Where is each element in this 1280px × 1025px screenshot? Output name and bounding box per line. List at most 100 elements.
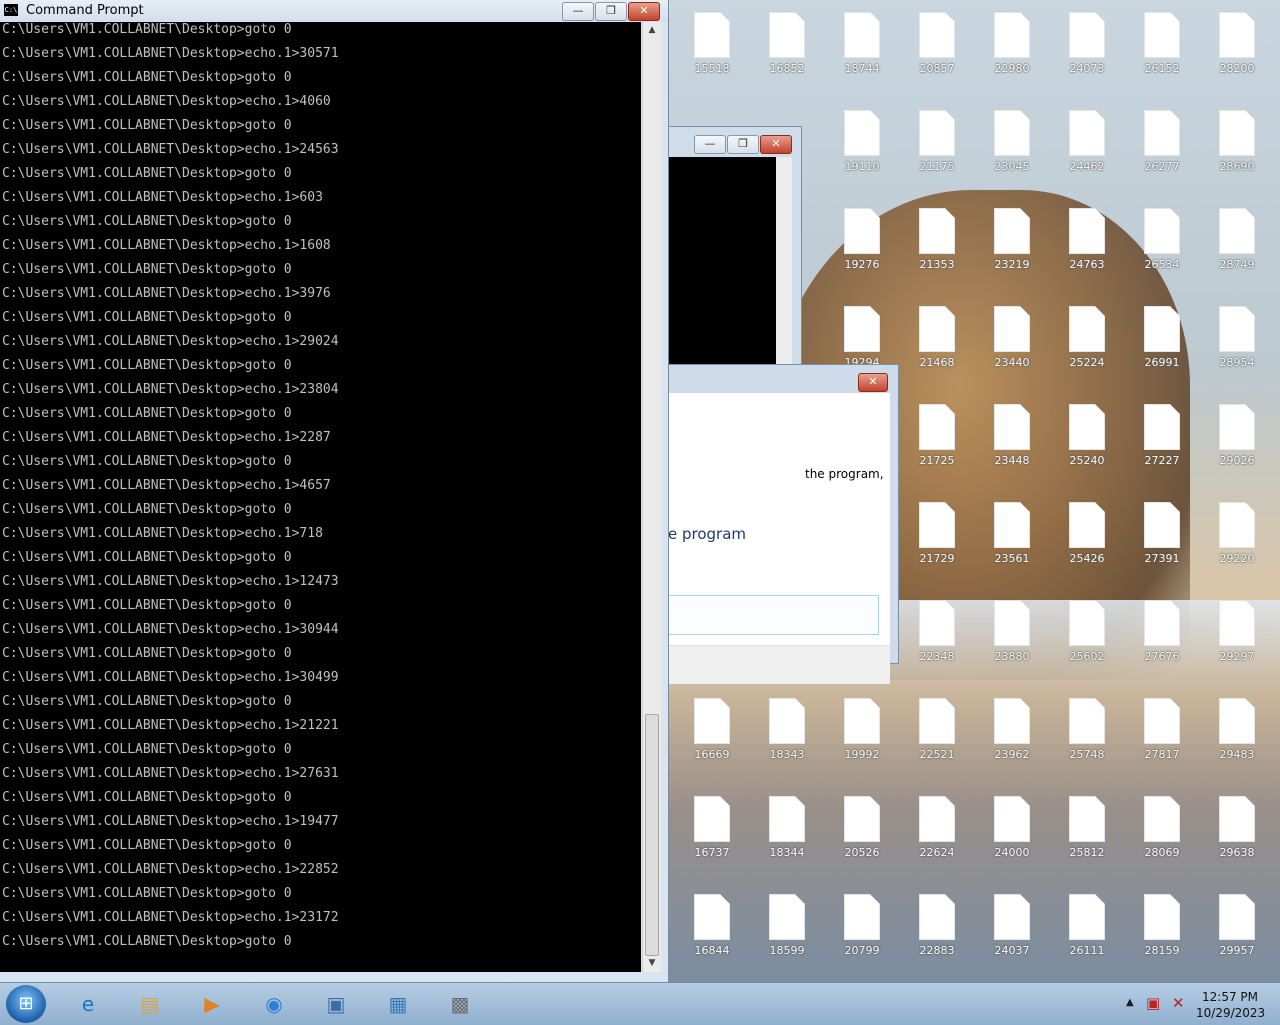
desktop-file-icon[interactable]: 19110	[830, 100, 894, 196]
desktop-file-icon[interactable]: 23962	[980, 688, 1044, 784]
desktop-file-icon[interactable]: 20799	[830, 884, 894, 980]
desktop-file-icon[interactable]: 28200	[1205, 2, 1269, 98]
desktop-file-icon[interactable]: 18343	[755, 688, 819, 784]
desktop-file-icon[interactable]: 22883	[905, 884, 969, 980]
document-icon	[1144, 110, 1180, 156]
desktop-file-icon[interactable]: 27391	[1130, 492, 1194, 588]
dialog-close-button[interactable]: ✕	[858, 373, 888, 392]
desktop-file-icon[interactable]: 19276	[830, 198, 894, 294]
desktop-file-icon[interactable]: 27676	[1130, 590, 1194, 686]
console-line: C:\Users\VM1.COLLABNET\Desktop>echo.1>22…	[2, 430, 331, 445]
desktop-file-icon[interactable]: 21468	[905, 296, 969, 392]
desktop-file-icon[interactable]: 27227	[1130, 394, 1194, 490]
desktop-file-icon[interactable]: 21175	[905, 100, 969, 196]
clock[interactable]: 12:57 PM 10/29/2023	[1196, 989, 1265, 1021]
close-button[interactable]: ✕	[760, 135, 792, 154]
firewall-app-icon[interactable]: ▩	[438, 987, 482, 1021]
desktop-file-icon[interactable]: 23880	[980, 590, 1044, 686]
desktop-file-icon[interactable]: 21729	[905, 492, 969, 588]
close-button[interactable]: ✕	[628, 2, 660, 21]
desktop-file-icon[interactable]: 28069	[1130, 786, 1194, 882]
desktop-file-icon[interactable]: 16737	[680, 786, 744, 882]
desktop-file-icon[interactable]: 26534	[1130, 198, 1194, 294]
desktop-file-icon[interactable]: 16852	[755, 2, 819, 98]
desktop-file-icon[interactable]: 29026	[1205, 394, 1269, 490]
desktop-file-icon[interactable]: 27817	[1130, 688, 1194, 784]
desktop-file-icon[interactable]: 16844	[680, 884, 744, 980]
media-player-icon[interactable]: ▶	[190, 987, 234, 1021]
console-line: C:\Users\VM1.COLLABNET\Desktop>echo.1>24…	[2, 142, 339, 157]
desktop-file-icon[interactable]: 21353	[905, 198, 969, 294]
desktop-file-icon[interactable]: 28749	[1205, 198, 1269, 294]
desktop-file-icon[interactable]: 24073	[1055, 2, 1119, 98]
desktop-file-icon[interactable]: 24763	[1055, 198, 1119, 294]
desktop-file-icon[interactable]: 21725	[905, 394, 969, 490]
console-output[interactable]: C:\Users\VM1.COLLABNET\Desktop>goto 0 C:\…	[0, 22, 641, 972]
desktop-file-icon[interactable]: 23045	[980, 100, 1044, 196]
desktop-file-icon[interactable]: 28159	[1130, 884, 1194, 980]
document-icon	[919, 110, 955, 156]
desktop-file-icon[interactable]: 29220	[1205, 492, 1269, 588]
desktop-file-icon[interactable]: 29483	[1205, 688, 1269, 784]
desktop-file-label: 21353	[919, 258, 955, 271]
desktop-file-icon[interactable]: 20526	[830, 786, 894, 882]
start-button[interactable]: ⊞	[6, 985, 46, 1023]
desktop-file-icon[interactable]: 22624	[905, 786, 969, 882]
desktop-file-icon[interactable]: 20857	[905, 2, 969, 98]
internet-explorer-icon[interactable]: e	[66, 987, 110, 1021]
desktop-file-icon[interactable]: 24462	[1055, 100, 1119, 196]
desktop-file-icon[interactable]: 23561	[980, 492, 1044, 588]
restore-button[interactable]: ❐	[727, 135, 759, 154]
desktop-file-icon[interactable]: 25748	[1055, 688, 1119, 784]
network-app-icon[interactable]: ▦	[376, 987, 420, 1021]
desktop-file-icon[interactable]: 29297	[1205, 590, 1269, 686]
desktop-file-icon[interactable]: 25224	[1055, 296, 1119, 392]
desktop-file-icon[interactable]: 26991	[1130, 296, 1194, 392]
desktop-file-icon[interactable]: 25426	[1055, 492, 1119, 588]
desktop-file-icon[interactable]: 26152	[1130, 2, 1194, 98]
desktop-file-icon[interactable]: 18599	[755, 884, 819, 980]
desktop-file-icon[interactable]: 28690	[1205, 100, 1269, 196]
desktop-file-icon[interactable]: 24037	[980, 884, 1044, 980]
desktop-file-label: 27676	[1144, 650, 1180, 663]
desktop-file-icon[interactable]: 24000	[980, 786, 1044, 882]
desktop-file-icon[interactable]: 16669	[680, 688, 744, 784]
desktop-file-icon[interactable]: 23440	[980, 296, 1044, 392]
desktop-file-icon[interactable]: 15518	[680, 2, 744, 98]
chrome-icon[interactable]: ◉	[252, 987, 296, 1021]
desktop-file-icon[interactable]: 18744	[830, 2, 894, 98]
scroll-up-arrow-icon[interactable]: ▲	[643, 22, 661, 39]
desktop-file-icon[interactable]: 25812	[1055, 786, 1119, 882]
desktop-file-icon[interactable]: 28954	[1205, 296, 1269, 392]
scroll-down-arrow-icon[interactable]: ▼	[643, 955, 661, 972]
remote-desktop-icon[interactable]: ▣	[314, 987, 358, 1021]
command-prompt-window[interactable]: C:\ Command Prompt — ❐ ✕ C:\Users\VM1.CO…	[0, 0, 669, 982]
desktop-file-icon[interactable]: 26277	[1130, 100, 1194, 196]
desktop-file-icon[interactable]: 29957	[1205, 884, 1269, 980]
desktop-file-icon[interactable]: 22980	[980, 2, 1044, 98]
desktop-file-label: 29220	[1219, 552, 1255, 565]
desktop-file-label: 27227	[1144, 454, 1180, 467]
document-icon	[769, 894, 805, 940]
desktop-file-icon[interactable]: 25602	[1055, 590, 1119, 686]
desktop-file-icon[interactable]: 19992	[830, 688, 894, 784]
desktop-file-icon[interactable]: 22348	[905, 590, 969, 686]
desktop-file-icon[interactable]: 22521	[905, 688, 969, 784]
desktop-file-icon[interactable]: 18344	[755, 786, 819, 882]
vertical-scrollbar[interactable]: ▲ ▼	[642, 22, 661, 972]
show-hidden-icons-icon[interactable]: ▲	[1126, 997, 1134, 1008]
restore-button[interactable]: ❐	[595, 2, 627, 21]
network-icon[interactable]: ▣	[1146, 994, 1160, 1012]
desktop-file-icon[interactable]: 25240	[1055, 394, 1119, 490]
desktop-file-icon[interactable]: 26111	[1055, 884, 1119, 980]
dialog-option-button[interactable]	[668, 595, 879, 635]
scrollbar-thumb[interactable]	[645, 714, 659, 956]
minimize-button[interactable]: —	[694, 135, 726, 154]
file-explorer-icon[interactable]: ▤	[128, 987, 172, 1021]
volume-muted-icon[interactable]: ✕	[1172, 994, 1185, 1012]
minimize-button[interactable]: —	[562, 2, 594, 21]
desktop-file-icon[interactable]: 23448	[980, 394, 1044, 490]
title-bar[interactable]: C:\ Command Prompt — ❐ ✕	[0, 0, 668, 22]
desktop-file-icon[interactable]: 23219	[980, 198, 1044, 294]
desktop-file-icon[interactable]: 29638	[1205, 786, 1269, 882]
